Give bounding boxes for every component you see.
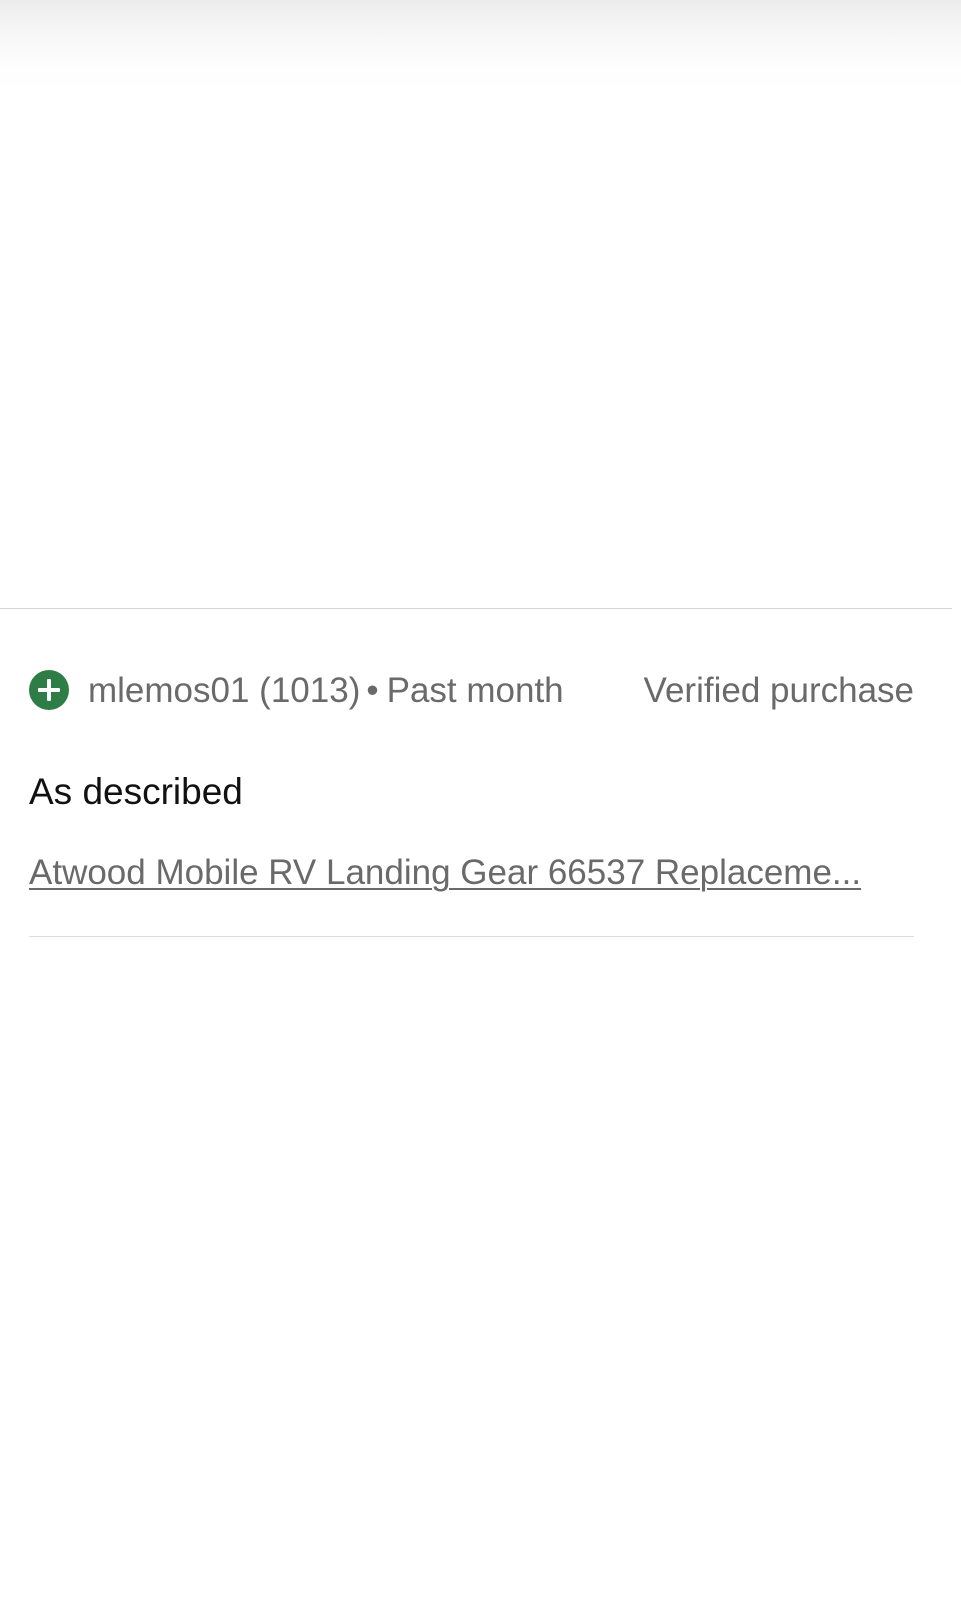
- top-shadow: [0, 0, 961, 90]
- section-divider: [0, 608, 952, 609]
- reviewer-name: mlemos01 (1013): [88, 671, 361, 710]
- reviewer-info: mlemos01 (1013) • Past month: [88, 671, 564, 711]
- verified-purchase-label: Verified purchase: [643, 671, 914, 710]
- feedback-time: Past month: [386, 671, 564, 710]
- card-divider: [29, 936, 914, 937]
- feedback-comment: As described: [29, 771, 243, 812]
- item-title-link[interactable]: Atwood Mobile RV Landing Gear 66537 Repl…: [29, 852, 861, 894]
- plus-circle-icon: [29, 670, 69, 710]
- feedback-item: mlemos01 (1013) • Past month Verified purc…: [29, 660, 914, 937]
- separator-dot: •: [366, 671, 379, 710]
- feedback-meta-row: mlemos01 (1013) • Past month Verified purc…: [29, 660, 914, 716]
